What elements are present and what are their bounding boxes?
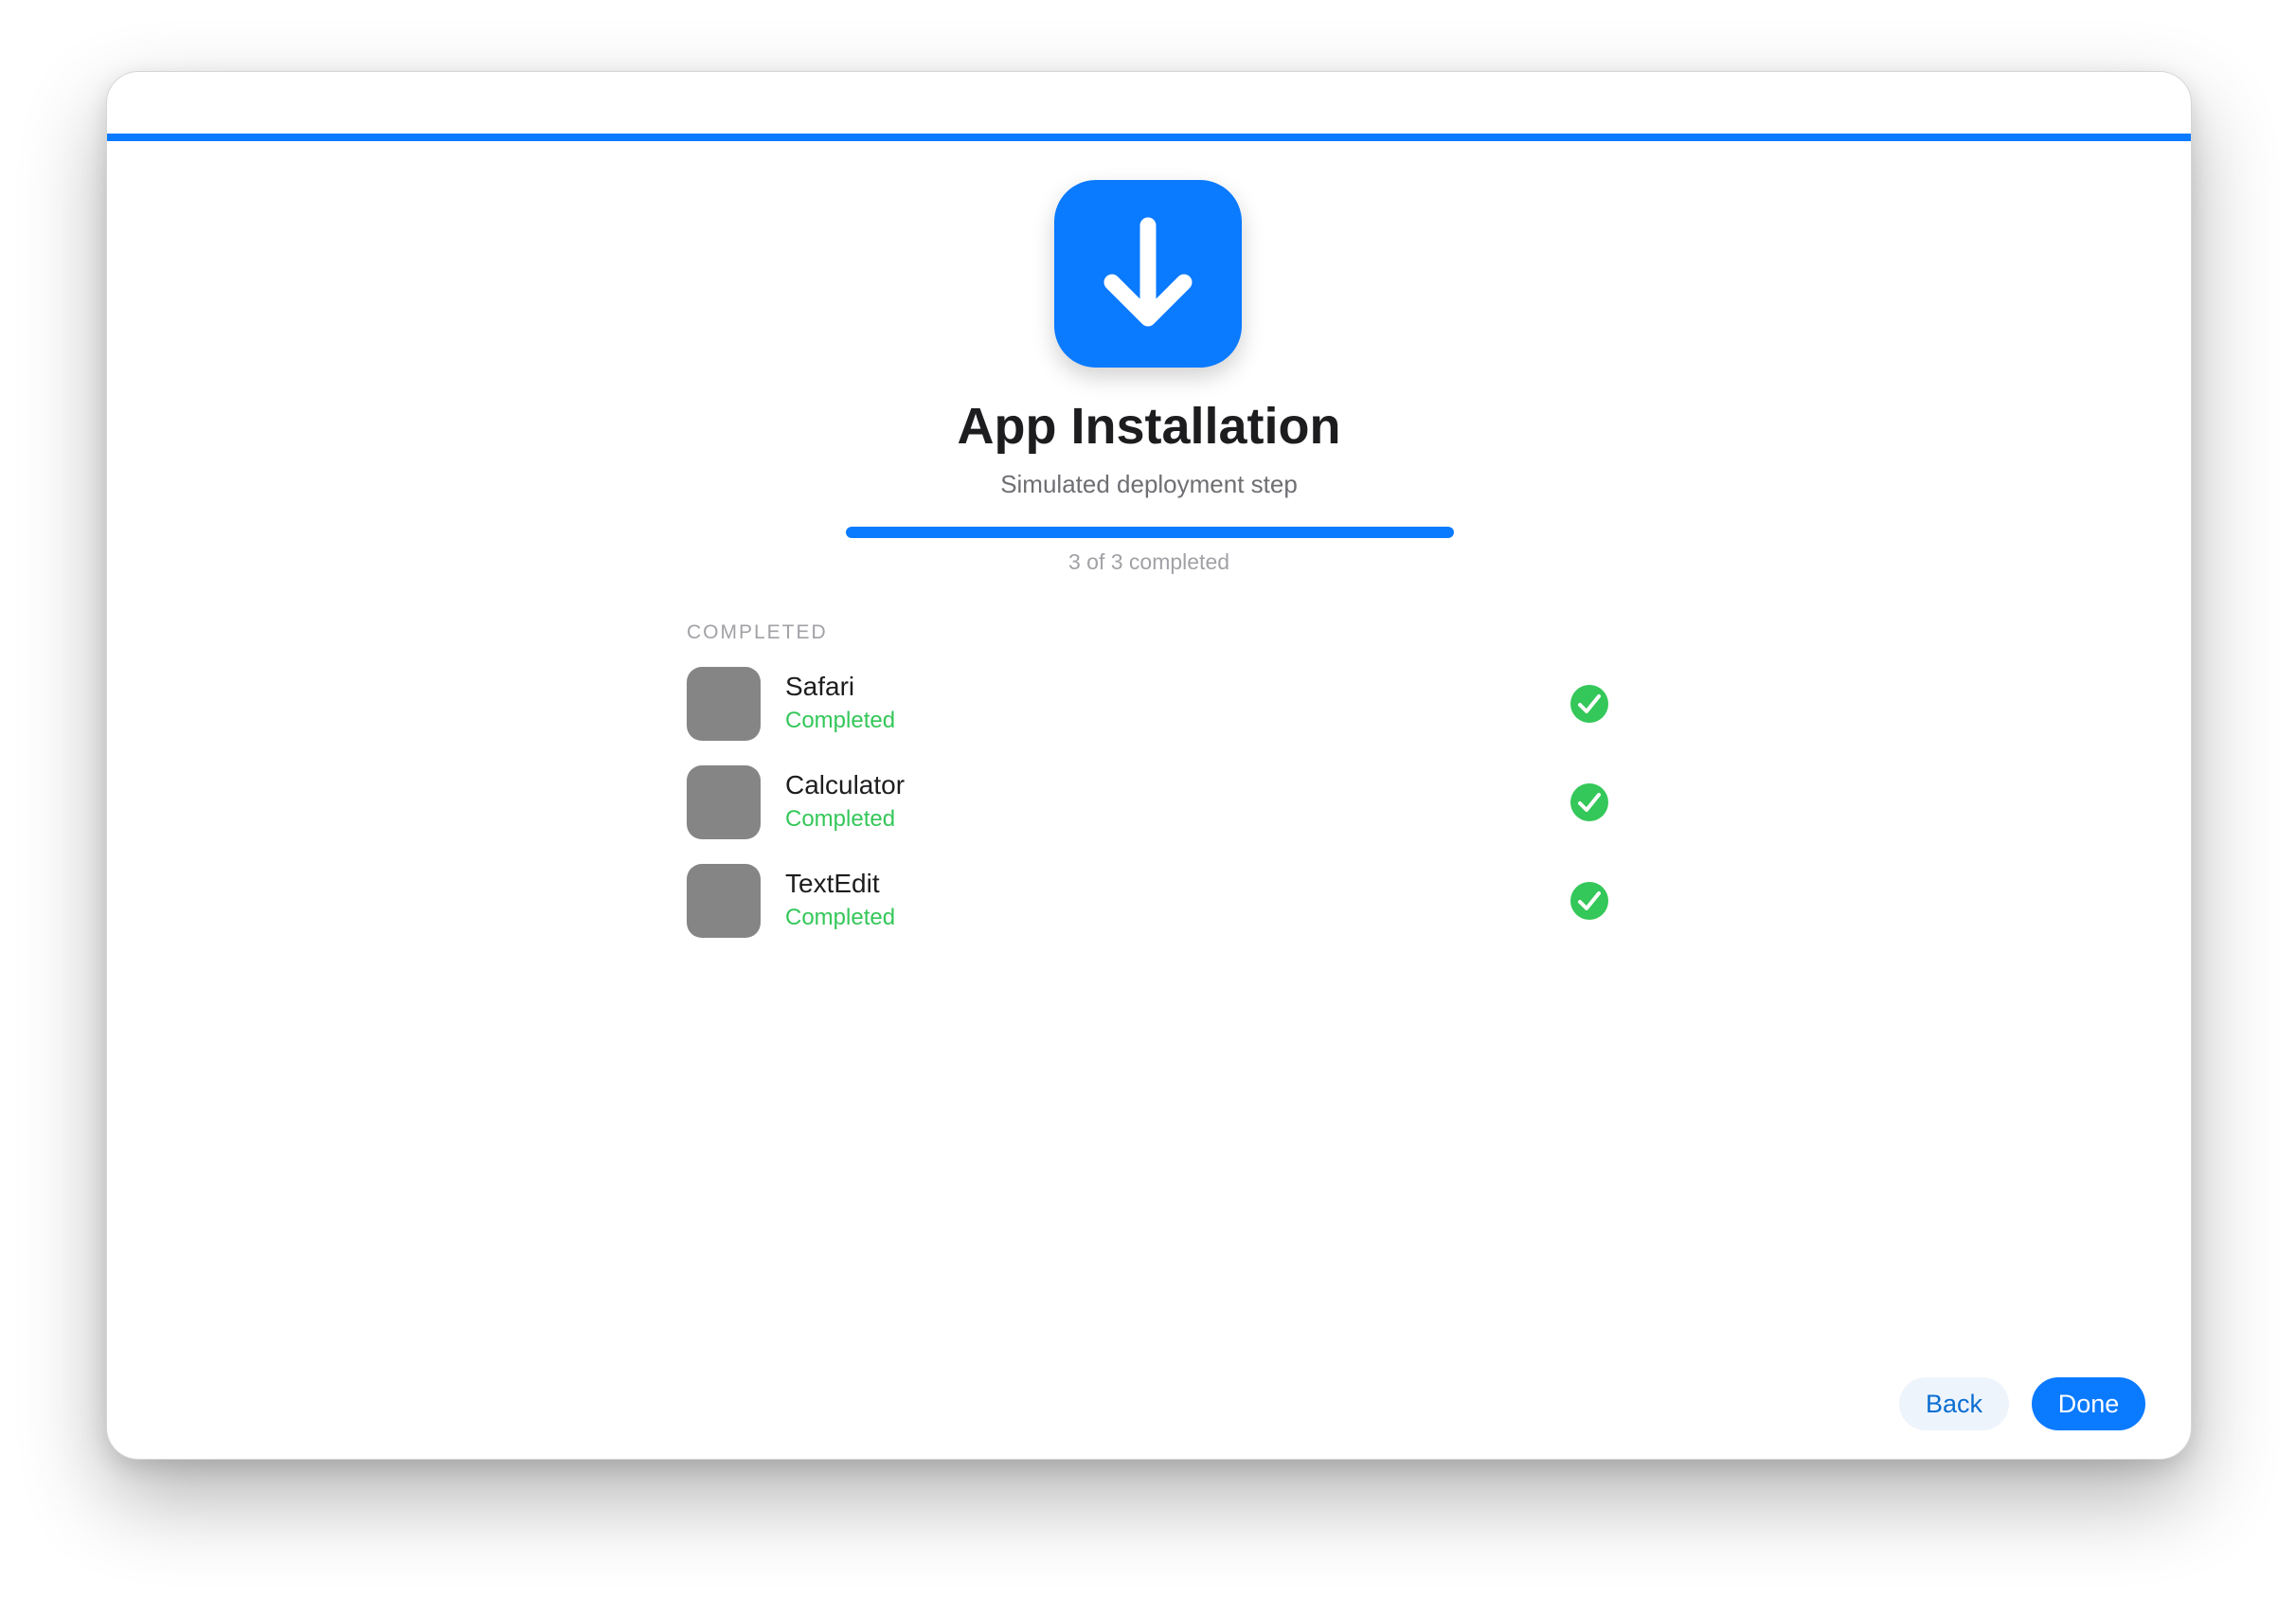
download-arrow-icon bbox=[1054, 180, 1242, 368]
done-button[interactable]: Done bbox=[2032, 1377, 2145, 1430]
section-header-completed: COMPLETED bbox=[687, 621, 828, 643]
app-status: Completed bbox=[785, 708, 896, 733]
progress-label: 3 of 3 completed bbox=[1067, 549, 1230, 574]
page-subtitle: Simulated deployment step bbox=[1000, 470, 1298, 498]
back-button[interactable]: Back bbox=[1899, 1377, 2009, 1430]
page-title: App Installation bbox=[957, 398, 1341, 455]
installer-window: App Installation Simulated deployment st… bbox=[106, 71, 2192, 1460]
app-row-textedit: TextEdit Completed bbox=[687, 864, 1729, 938]
app-list: Safari Completed Calculator Completed Te… bbox=[687, 667, 1729, 962]
app-row-safari: Safari Completed bbox=[687, 667, 1729, 741]
app-icon-placeholder bbox=[687, 765, 761, 839]
app-row-calculator: Calculator Completed bbox=[687, 765, 1729, 839]
app-name: Safari bbox=[785, 672, 855, 701]
checkmark-circle-icon bbox=[1570, 685, 1608, 723]
app-icon-placeholder bbox=[687, 667, 761, 741]
install-progress-fill bbox=[846, 527, 1454, 538]
checkmark-circle-icon bbox=[1570, 882, 1608, 920]
install-progress-bar bbox=[846, 527, 1454, 538]
app-icon-placeholder bbox=[687, 864, 761, 938]
checkmark-circle-icon bbox=[1570, 783, 1608, 821]
window-progress-bar bbox=[107, 134, 2191, 141]
app-name: Calculator bbox=[785, 770, 906, 800]
app-status: Completed bbox=[785, 905, 896, 930]
app-status: Completed bbox=[785, 806, 896, 832]
app-name: TextEdit bbox=[785, 869, 880, 898]
